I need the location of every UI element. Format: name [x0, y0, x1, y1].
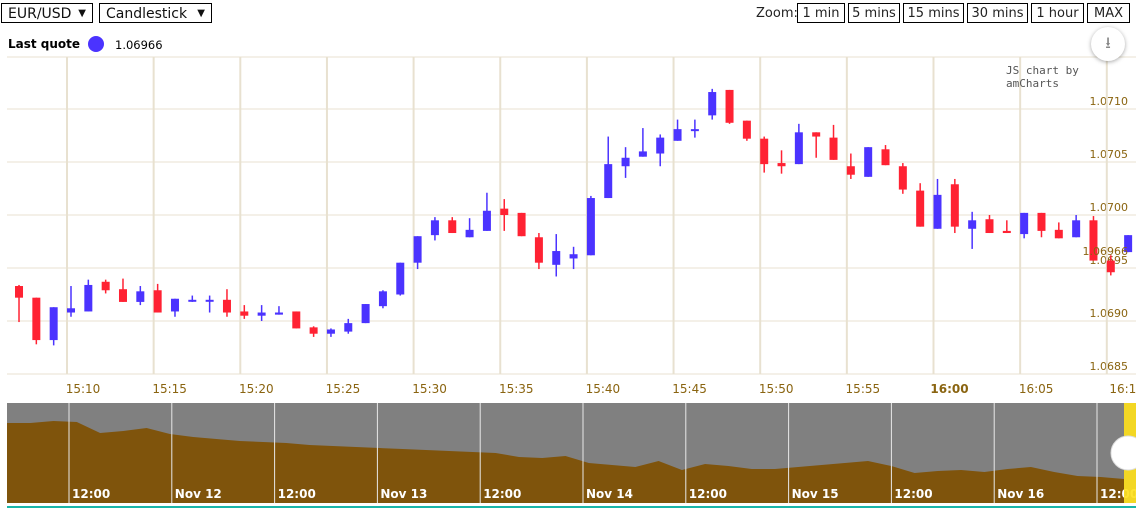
candle-body	[1106, 260, 1115, 273]
candle-body	[881, 149, 890, 166]
candle-body	[708, 92, 717, 116]
candle-body	[15, 286, 24, 298]
navigator-label: 12:00	[72, 487, 110, 501]
candle-body	[517, 212, 526, 237]
candle-body	[794, 132, 803, 165]
x-tick-label: 15:40	[586, 382, 621, 396]
candle-body	[274, 312, 283, 315]
x-tick-label: 16:05	[1019, 382, 1054, 396]
candle-body	[188, 299, 197, 302]
candle-body	[378, 291, 387, 307]
candle-body	[205, 299, 214, 302]
y-tick-label: 1.0705	[1090, 148, 1129, 161]
x-tick-label: 15:20	[239, 382, 274, 396]
candle-body	[864, 147, 873, 177]
x-tick-label: 15:45	[672, 382, 707, 396]
candle-body	[482, 210, 491, 231]
candle-body	[361, 304, 370, 324]
y-tick-label: 1.0690	[1090, 307, 1129, 320]
navigator-label: 12:00	[278, 487, 316, 501]
candle-body	[257, 312, 266, 316]
x-tick-label: 15:25	[326, 382, 361, 396]
guide-value-label: 1.06966	[1083, 245, 1129, 258]
candle-body	[898, 166, 907, 190]
candle-body	[344, 323, 353, 332]
candle-body	[760, 138, 769, 165]
candle-body	[1020, 212, 1029, 235]
candle-body	[569, 254, 578, 259]
candle-body	[396, 262, 405, 295]
candle-body	[950, 184, 959, 227]
navigator-label: Nov 13	[380, 487, 427, 501]
candle-body	[777, 163, 786, 167]
candle-body	[690, 129, 699, 132]
x-tick-label: 15:10	[66, 382, 101, 396]
x-tick-label: 15:30	[412, 382, 447, 396]
candle-body	[985, 219, 994, 234]
y-tick-label: 1.0685	[1090, 360, 1129, 373]
candle-body	[32, 297, 41, 341]
candle-body	[604, 164, 613, 199]
candle-body	[413, 236, 422, 263]
candle-body	[309, 327, 318, 334]
candle-body	[812, 132, 821, 137]
candle-body	[621, 157, 630, 167]
y-tick-label: 1.0700	[1090, 201, 1129, 214]
candle-body	[500, 208, 509, 215]
candle-body	[170, 298, 179, 312]
candle-body	[240, 311, 249, 316]
candle-body	[153, 290, 162, 313]
candle-body	[84, 284, 93, 312]
candle-body	[829, 137, 838, 160]
x-tick-label: 15:55	[846, 382, 881, 396]
x-tick-label: 15:50	[759, 382, 794, 396]
candle-body	[1002, 230, 1011, 234]
candle-body	[933, 194, 942, 229]
candle-body	[586, 198, 595, 256]
candle-body	[916, 190, 925, 227]
candle-body	[222, 299, 231, 313]
candle-body	[430, 220, 439, 236]
candle-body	[725, 89, 734, 123]
x-tick-label: 15:35	[499, 382, 534, 396]
x-tick-label: 15:15	[152, 382, 187, 396]
navigator-label: 12:00	[689, 487, 727, 501]
candle-body	[67, 308, 75, 313]
candle-body	[1072, 220, 1081, 238]
candle-body	[49, 307, 58, 341]
candle-body	[656, 137, 665, 154]
candle-body	[968, 220, 977, 229]
navigator-label: Nov 16	[997, 487, 1044, 501]
navigator-label: Nov 15	[792, 487, 839, 501]
candle-body	[326, 329, 335, 334]
x-tick-label: 16:1	[1109, 382, 1136, 396]
candle-body	[292, 311, 301, 329]
y-tick-label: 1.0710	[1090, 95, 1129, 108]
candle-body	[448, 220, 457, 234]
candle-body	[638, 151, 647, 157]
candle-body	[1054, 229, 1063, 239]
candle-body	[136, 291, 145, 302]
candle-body	[101, 281, 110, 291]
navigator-label: Nov 14	[586, 487, 633, 501]
candle-body	[846, 166, 855, 175]
candlestick-chart[interactable]: 1.06851.06901.06951.07001.07051.071015:1…	[0, 0, 1136, 509]
candle-body	[673, 129, 682, 141]
download-icon[interactable]: ⭳	[1091, 27, 1125, 61]
candle-body	[118, 289, 127, 302]
candle-body	[465, 229, 474, 238]
candle-body	[742, 120, 751, 139]
candle-body	[1037, 212, 1046, 231]
navigator-label: 12:00	[894, 487, 932, 501]
x-tick-label: 16:00	[930, 382, 968, 396]
navigator-label: 12:00	[483, 487, 521, 501]
navigator-label: Nov 12	[175, 487, 222, 501]
candle-body	[552, 251, 561, 265]
candle-body	[534, 237, 543, 263]
amcharts-credit-link[interactable]: JS chart by amCharts	[1006, 64, 1136, 90]
